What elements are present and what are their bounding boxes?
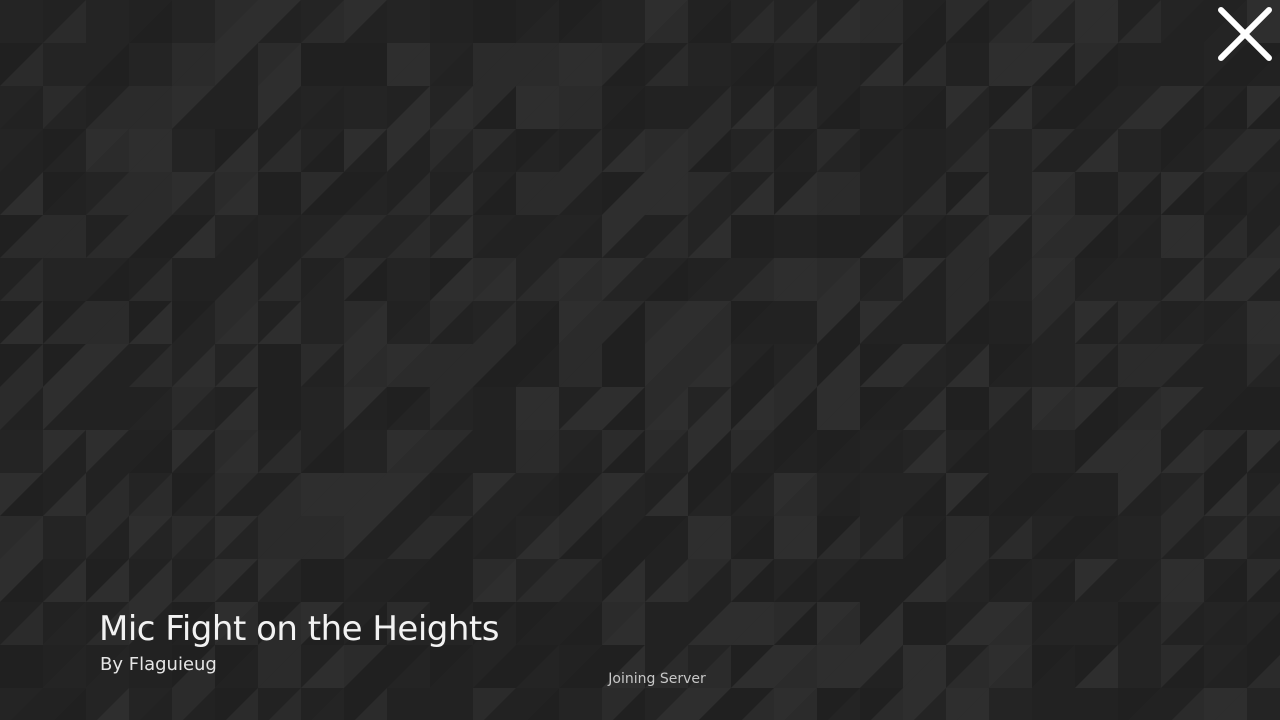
close-x-icon — [1218, 7, 1272, 61]
game-title: Mic Fight on the Heights — [99, 609, 499, 649]
game-author: By Flaguieug — [100, 654, 217, 675]
joining-status: Joining Server — [608, 671, 706, 687]
loading-screen: Mic Fight on the Heights By Flaguieug Jo… — [0, 0, 1280, 720]
close-button[interactable] — [1214, 4, 1276, 66]
